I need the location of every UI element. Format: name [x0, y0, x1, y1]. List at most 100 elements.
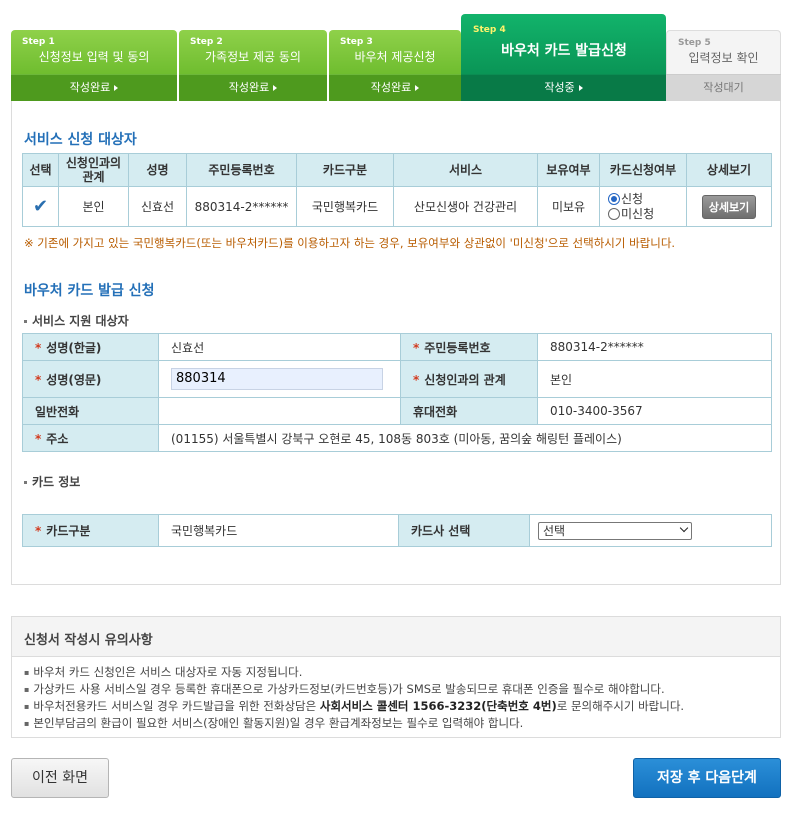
radio-apply[interactable]: 신청 [600, 192, 686, 207]
caution-title: 신청서 작성시 유의사항 [12, 617, 780, 657]
address-value: (01155) 서울특별시 강북구 오현로 45, 108동 803호 (미아동… [158, 424, 772, 452]
column-header: 서비스 [393, 153, 538, 187]
required-asterisk-icon: * [413, 372, 420, 387]
card-company-selected: 선택 [543, 523, 566, 538]
step-label: 가족정보 제공 동의 [205, 50, 301, 64]
step-status: 작성중 [544, 81, 575, 94]
table-row: * 주소 (01155) 서울특별시 강북구 오현로 45, 108동 803호 … [22, 424, 772, 452]
radio-apply-label: 신청 [621, 191, 644, 206]
step-status: 작성완료 [228, 81, 270, 94]
caution-list: 바우처 카드 신청인은 서비스 대상자로 자동 지정됩니다. 가상카드 사용 서… [12, 657, 780, 732]
required-asterisk-icon: * [35, 431, 42, 446]
name-en-label: 성명(영문) [46, 372, 102, 387]
card-type-value: 국민행복카드 [158, 514, 399, 547]
radio-not-apply-label: 미신청 [621, 206, 655, 221]
step-2: Step 2 가족정보 제공 동의 작성완료 [179, 30, 327, 101]
column-header: 카드구분 [296, 153, 394, 187]
section-title-card-issue: 바우처 카드 발급 신청 [24, 283, 155, 299]
required-asterisk-icon: * [35, 524, 42, 538]
table-header-row: 선택 신청인과의 관계 성명 주민등록번호 카드구분 서비스 보유여부 카드신청… [22, 153, 772, 187]
card-company-label: 카드사 선택 [398, 514, 530, 547]
table-row: ✔ 본인 신효선 880314-2****** 국민행복카드 산모신생아 건강관… [22, 186, 772, 227]
name-kr-value: 신효선 [158, 333, 401, 361]
arrow-right-icon [114, 85, 119, 91]
phone-value [158, 397, 401, 425]
select-cell[interactable]: ✔ [22, 186, 59, 227]
card-company-select[interactable]: 선택 [538, 521, 692, 540]
column-header: 선택 [22, 153, 59, 187]
table-row: * 성명(한글) 신효선 * 주민등록번호 880314-2****** [22, 333, 772, 361]
step-status: 작성완료 [370, 81, 412, 94]
applicants-notice: ※ 기존에 가지고 있는 국민행복카드(또는 바우처카드)를 이용하고자 하는 … [24, 236, 676, 250]
column-header: 성명 [128, 153, 187, 187]
radio-selected-icon[interactable] [608, 192, 620, 205]
relation-cell: 본인 [58, 186, 129, 227]
card-type-label: 카드구분 [46, 524, 91, 538]
rrn-value: 880314-2****** [537, 333, 772, 361]
prev-button[interactable]: 이전 화면 [11, 758, 109, 798]
card-apply-cell: 신청 미신청 [599, 186, 687, 227]
step-5: Step 5 입력정보 확인 작성대기 [666, 30, 781, 101]
field-label: * 성명(한글) [22, 333, 159, 361]
column-header: 카드신청여부 [599, 153, 687, 187]
callcenter-number: 사회서비스 콜센터 1566-3232(단축번호 4번) [319, 699, 557, 713]
card-type-cell: 국민행복카드 [296, 186, 394, 227]
subsection-title-card: 카드 정보 [24, 473, 80, 490]
radio-not-apply[interactable]: 미신청 [600, 207, 686, 222]
checkmark-icon[interactable]: ✔ [33, 196, 48, 217]
step-number: Step 4 [473, 25, 506, 35]
list-item: 바우처전용카드 서비스일 경우 카드발급을 위한 전화상담은 사회서비스 콜센터… [24, 698, 780, 715]
step-label: 바우처 제공신청 [354, 50, 436, 64]
section-title-applicants: 서비스 신청 대상자 [24, 132, 137, 148]
name-kr-label: 성명(한글) [46, 340, 102, 355]
card-company-cell: 선택 [529, 514, 772, 547]
step-status: 작성완료 [69, 81, 111, 94]
phone-label: 일반전화 [22, 397, 159, 425]
owned-cell: 미보유 [537, 186, 600, 227]
card-info-table: * 카드구분 국민행복카드 카드사 선택 선택 [22, 514, 772, 547]
save-next-button[interactable]: 저장 후 다음단계 [633, 758, 781, 798]
list-item: 가상카드 사용 서비스일 경우 등록한 휴대폰으로 가상카드정보(카드번호등)가… [24, 681, 780, 698]
column-header: 주민등록번호 [186, 153, 297, 187]
detail-button[interactable]: 상세보기 [701, 194, 757, 219]
list-item: 바우처 카드 신청인은 서비스 대상자로 자동 지정됩니다. [24, 664, 780, 681]
target-info-table: * 성명(한글) 신효선 * 주민등록번호 880314-2****** * 성명(영… [22, 333, 772, 452]
step-label: 신청정보 입력 및 동의 [38, 50, 150, 64]
applicants-table: 선택 신청인과의 관계 성명 주민등록번호 카드구분 서비스 보유여부 카드신청… [22, 153, 772, 227]
name-cell: 신효선 [128, 186, 187, 227]
step-number: Step 1 [22, 37, 55, 47]
table-row: * 카드구분 국민행복카드 카드사 선택 선택 [22, 514, 772, 547]
name-en-input[interactable]: 880314 [171, 368, 383, 390]
list-item: 본인부담금의 환급이 필요한 서비스(장애인 활동지원)일 경우 환급계좌정보는… [24, 715, 780, 732]
address-label: 주소 [46, 431, 69, 446]
required-asterisk-icon: * [35, 340, 42, 355]
mobile-label: 휴대전화 [400, 397, 538, 425]
step-number: Step 5 [678, 38, 711, 48]
rrn-cell: 880314-2****** [186, 186, 297, 227]
step-status: 작성대기 [703, 81, 744, 94]
required-asterisk-icon: * [413, 340, 420, 355]
relation-value: 본인 [537, 360, 772, 398]
step-number: Step 2 [190, 37, 223, 47]
name-en-cell: 880314 [158, 360, 401, 398]
column-header: 상세보기 [686, 153, 772, 187]
caution-text: 로 문의해주시기 바랍니다. [556, 699, 685, 713]
rrn-label: 주민등록번호 [424, 340, 491, 355]
caution-box: 신청서 작성시 유의사항 바우처 카드 신청인은 서비스 대상자로 자동 지정됩… [11, 616, 781, 738]
arrow-right-icon [578, 85, 583, 91]
detail-cell: 상세보기 [686, 186, 772, 227]
main-form-panel: 서비스 신청 대상자 선택 신청인과의 관계 성명 주민등록번호 카드구분 서비… [11, 101, 781, 585]
table-row: * 성명(영문) 880314 * 신청인과의 관계 본인 [22, 360, 772, 398]
step-3: Step 3 바우처 제공신청 작성완료 [329, 30, 461, 101]
step-number: Step 3 [340, 37, 373, 47]
step-label: 바우처 카드 발급신청 [501, 43, 627, 59]
chevron-down-icon [679, 523, 689, 532]
step-progress-bar: Step 1 신청정보 입력 및 동의 작성완료 Step 2 가족정보 제공 동의… [11, 14, 781, 101]
service-cell: 산모신생아 건강관리 [393, 186, 538, 227]
caution-text: 바우처전용카드 서비스일 경우 카드발급을 위한 전화상담은 [33, 699, 320, 713]
step-label: 입력정보 확인 [688, 51, 759, 65]
step-1: Step 1 신청정보 입력 및 동의 작성완료 [11, 30, 177, 101]
field-label: * 카드구분 [22, 514, 159, 547]
radio-unselected-icon[interactable] [608, 207, 620, 220]
field-label: * 주소 [22, 424, 159, 452]
